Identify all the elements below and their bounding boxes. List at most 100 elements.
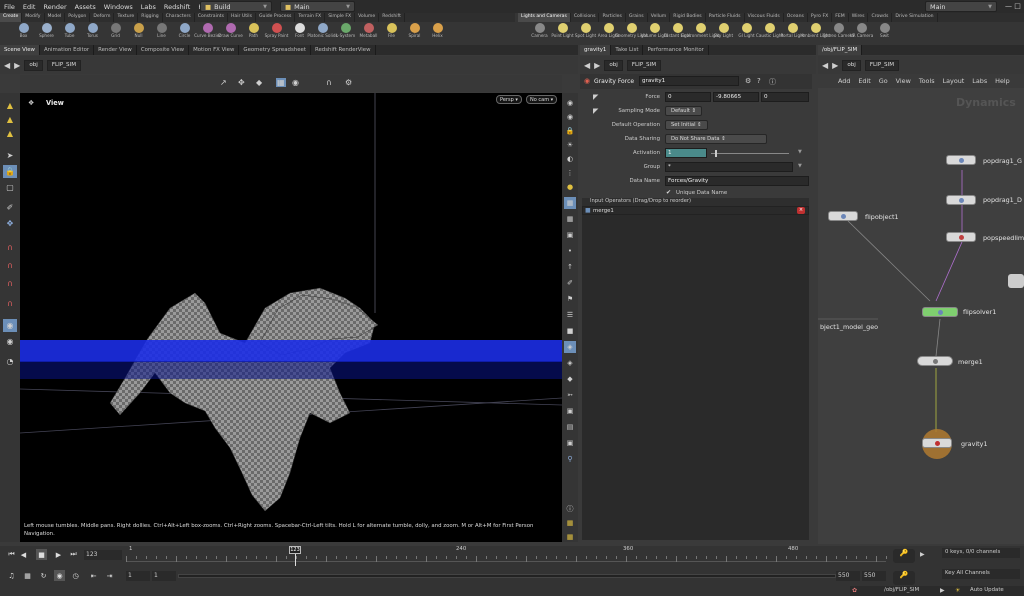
bowl-icon[interactable]: ◔	[3, 355, 17, 368]
settings-gear-icon[interactable]: ⚙	[345, 78, 352, 87]
wire-icon[interactable]: ▦	[564, 197, 576, 209]
realtime-icon[interactable]: ◉	[54, 570, 65, 581]
magnet-red-4-icon[interactable]: ∩	[3, 297, 17, 310]
pane-tab-left-6[interactable]: Redshift RenderView	[311, 45, 376, 55]
shelf-tab-right-10[interactable]: FEM	[832, 13, 849, 22]
sun-icon[interactable]: ☀	[955, 587, 960, 594]
shelf-tab-right-3[interactable]: Grains	[626, 13, 648, 22]
pin-icon[interactable]: ⚲	[564, 453, 576, 465]
pane-tab-mid-0[interactable]: gravity1	[580, 45, 612, 55]
go-start-icon[interactable]: ⏮	[6, 549, 17, 560]
shelf-tab-right-13[interactable]: Drive Simulation	[892, 13, 938, 22]
shelf-tab-left-6[interactable]: Rigging	[138, 13, 163, 22]
magnet-red-3-icon[interactable]: ∩	[3, 277, 17, 290]
forward-arrow-icon[interactable]: ▶	[14, 61, 20, 70]
node-merge1[interactable]	[917, 356, 953, 366]
brush-icon[interactable]: ✐	[3, 201, 17, 214]
shelf-tool-right-8[interactable]: Sky Light	[712, 22, 735, 45]
shelf-tool-left-7[interactable]: Circle	[173, 22, 196, 45]
pane-tab-left-3[interactable]: Composite View	[137, 45, 190, 55]
select-tool-2-icon[interactable]: ▲	[3, 113, 17, 126]
shelf-tab-left-8[interactable]: Constraints	[195, 13, 228, 22]
menu-render[interactable]: Render	[39, 3, 70, 11]
desktop-right-main-select[interactable]: Main ▼	[925, 1, 997, 12]
shelf-tool-right-2[interactable]: Spot Light	[574, 22, 597, 45]
back-arrow-icon[interactable]: ◀	[822, 61, 828, 70]
node-gravity1[interactable]	[922, 438, 952, 448]
shelf-tool-left-16[interactable]: File	[380, 22, 403, 45]
shelf-tool-right-7[interactable]: Environment Light	[681, 22, 720, 45]
shelf-tab-left-10[interactable]: Guide Process	[256, 13, 296, 22]
node-offscreen[interactable]	[1008, 274, 1024, 288]
path-context[interactable]: obj	[604, 59, 623, 71]
pane-tab-right-0[interactable]: /obj/FLIP_SIM	[818, 45, 863, 55]
shelf-tab-right-8[interactable]: Oceans	[784, 13, 808, 22]
chevron-icon[interactable]: ▶	[940, 587, 945, 594]
magnet-icon[interactable]: ∩	[326, 78, 332, 87]
snap-point-icon[interactable]: ◉	[292, 78, 299, 87]
force-z-field[interactable]: 0	[761, 92, 809, 102]
shelf-tool-right-15[interactable]: Swit	[873, 22, 896, 45]
pane-tab-left-4[interactable]: Motion FX View	[189, 45, 240, 55]
pane-tab-mid-1[interactable]: Take List	[611, 45, 644, 55]
range-slider[interactable]	[178, 574, 836, 578]
shelf-tool-right-14[interactable]: VR Camera	[850, 22, 873, 45]
shelf-tool-left-2[interactable]: Tube	[58, 22, 81, 45]
node-popdrag2[interactable]	[946, 195, 976, 205]
shelf-tab-left-14[interactable]: Redshift	[379, 13, 405, 22]
brush-icon[interactable]: ✐	[564, 277, 576, 289]
menu-file[interactable]: File	[0, 3, 19, 11]
remove-input-icon[interactable]: ×	[797, 207, 805, 214]
help-icon[interactable]: ?	[757, 77, 761, 85]
group-field[interactable]: *	[665, 162, 793, 172]
shelf-tab-left-4[interactable]: Deform	[90, 13, 115, 22]
menu-windows[interactable]: Windows	[100, 3, 137, 11]
end-frame-field[interactable]: 550	[836, 571, 860, 581]
input-op-row[interactable]: ■ merge1 ×	[582, 206, 809, 215]
camera-menu[interactable]: No cam ▾	[526, 95, 558, 104]
camera-view-icon[interactable]: ◉	[3, 335, 17, 348]
shelf-tab-right-11[interactable]: Wires	[849, 13, 869, 22]
dot-icon[interactable]: •	[564, 245, 576, 257]
shelf-tool-left-15[interactable]: Metaball	[357, 22, 380, 45]
shelf-tab-right-7[interactable]: Viscous Fluids	[745, 13, 784, 22]
tool-icon[interactable]: ◈	[564, 357, 576, 369]
arrow-tool-icon[interactable]: ➤	[3, 149, 17, 162]
path-network[interactable]: FLIP_SIM	[46, 59, 82, 71]
shelf-tool-right-5[interactable]: Volume Light	[641, 22, 668, 45]
key-all-icon[interactable]: 🔑	[893, 571, 915, 585]
back-arrow-icon[interactable]: ◀	[584, 61, 590, 70]
shelf-tool-right-9[interactable]: GI Light	[735, 22, 758, 45]
shelf-tab-left-3[interactable]: Polygon	[65, 13, 91, 22]
layout-icon[interactable]: ▦	[564, 517, 576, 529]
shelf-tab-right-0[interactable]: Lights and Cameras	[518, 13, 571, 22]
path-network[interactable]: FLIP_SIM	[864, 59, 900, 71]
step-forward-icon[interactable]: ⇥	[104, 570, 115, 581]
unique-data-checkbox[interactable]: ✔	[666, 189, 671, 196]
shelf-tool-left-1[interactable]: Sphere	[35, 22, 58, 45]
gear-icon[interactable]: ⚙	[745, 77, 751, 85]
go-end-icon[interactable]: ⏭	[68, 549, 79, 560]
select-tool-icon[interactable]: ▲	[3, 99, 17, 112]
shelf-tab-right-6[interactable]: Particle Fluids	[706, 13, 745, 22]
shelf-tab-left-2[interactable]: Model	[45, 13, 66, 22]
pane-tab-left-2[interactable]: Render View	[94, 45, 137, 55]
menu-edit[interactable]: Edit	[19, 3, 40, 11]
shelf-tool-left-18[interactable]: Helix	[426, 22, 449, 45]
paint-tool-icon[interactable]: ▢	[3, 181, 17, 194]
box-icon[interactable]: ▣	[564, 405, 576, 417]
shelf-tool-left-9[interactable]: Draw Curve	[218, 22, 243, 45]
grid-display-icon[interactable]: ▦	[564, 213, 576, 225]
range-icon[interactable]: ▦	[22, 570, 33, 581]
shelf-tool-left-5[interactable]: Null	[127, 22, 150, 45]
node-name-field[interactable]: gravity1	[639, 76, 739, 86]
select-mode-icon[interactable]: ↗	[220, 78, 227, 87]
square-icon[interactable]: ■	[564, 325, 576, 337]
shelf-tool-left-17[interactable]: Spiral	[403, 22, 426, 45]
snap-grid-icon[interactable]: ▦	[276, 78, 286, 87]
fx-icon[interactable]: ◆	[564, 373, 576, 385]
step-back-icon[interactable]: ⇤	[88, 570, 99, 581]
desktop-main-select[interactable]: ■ Main ▼	[280, 1, 355, 12]
play-back-icon[interactable]: ◀	[18, 549, 29, 560]
start-frame-2-field[interactable]: 1	[152, 571, 176, 581]
